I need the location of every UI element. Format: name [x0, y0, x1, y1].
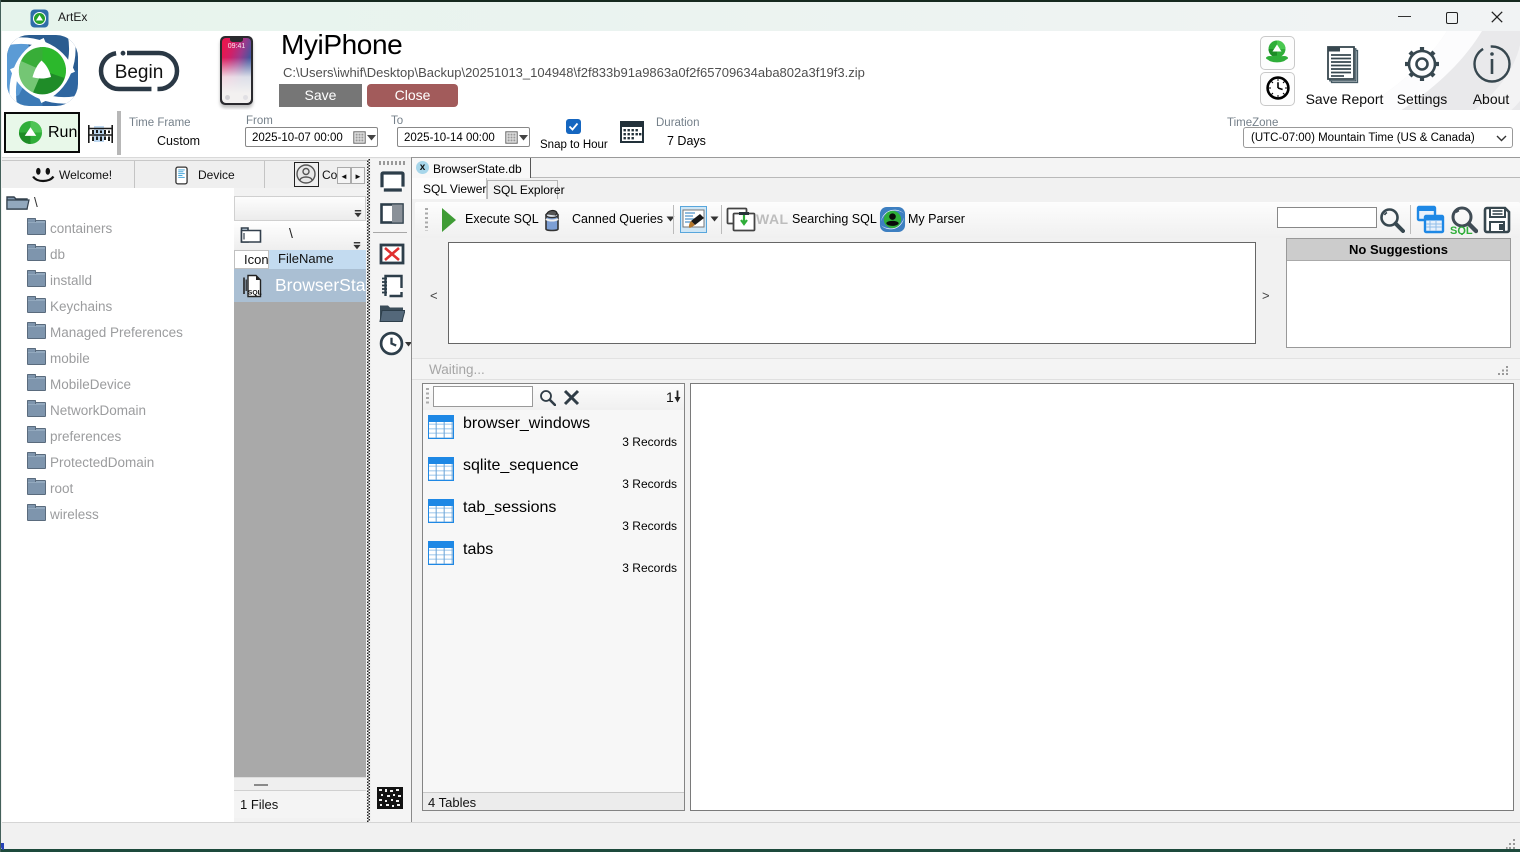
svg-text:1: 1	[666, 389, 674, 405]
svg-text:SQL: SQL	[1450, 225, 1473, 235]
svg-text:Begin: Begin	[115, 62, 164, 83]
svg-text:SQL: SQL	[248, 290, 262, 297]
